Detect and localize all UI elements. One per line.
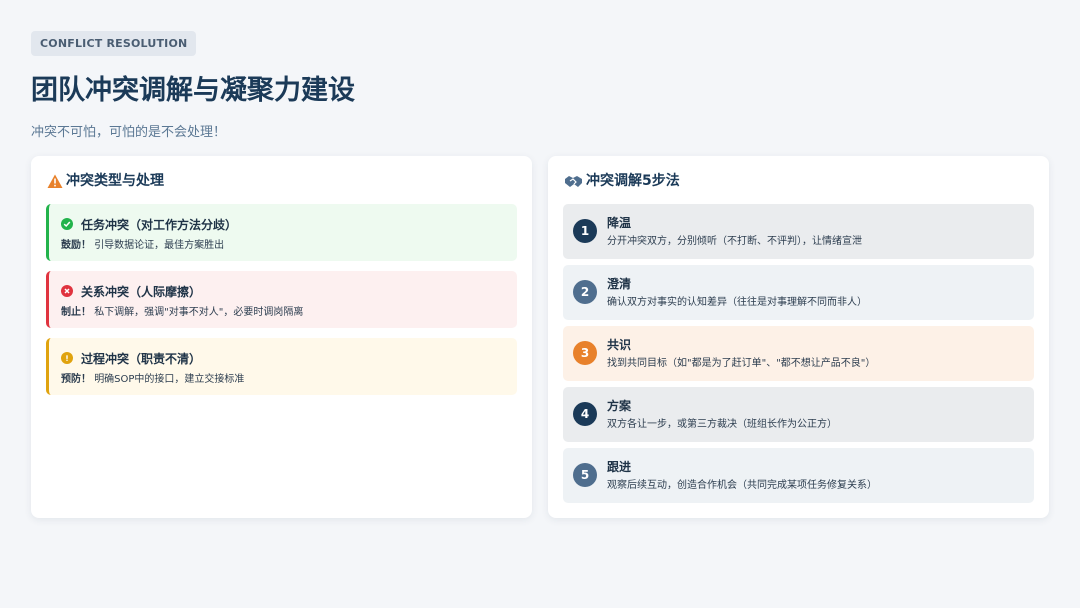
handshake-icon	[564, 174, 583, 189]
check-circle-icon	[61, 218, 73, 230]
action-label: 制止！	[61, 307, 91, 318]
card-title-text: 冲突类型与处理	[66, 173, 164, 189]
action-text: 明确SOP中的接口，建立交接标准	[94, 374, 245, 385]
step-item: 5 跟进 观察后续互动，创造合作机会（共同完成某项任务修复关系）	[563, 448, 1034, 503]
step-desc: 找到共同目标（如"都是为了赶订单"、"都不想让产品不良"）	[607, 358, 876, 369]
conflict-types-card: 冲突类型与处理 任务冲突（对工作方法分歧） 鼓励！ 引导数据论证，最佳方案胜出 …	[31, 156, 532, 518]
conflict-types-title: 冲突类型与处理	[47, 171, 164, 191]
step-number: 1	[573, 219, 597, 243]
alert-circle-icon	[61, 352, 73, 364]
mediation-steps-title: 冲突调解5步法	[564, 171, 680, 191]
step-name: 跟进	[607, 460, 632, 474]
page-title: 团队冲突调解与凝聚力建设	[31, 75, 355, 106]
step-number: 2	[573, 280, 597, 304]
warning-icon	[47, 174, 63, 189]
conflict-type-task: 任务冲突（对工作方法分歧） 鼓励！ 引导数据论证，最佳方案胜出	[46, 204, 517, 261]
step-item: 2 澄清 确认双方对事实的认知差异（往往是对事理解不同而非人）	[563, 265, 1034, 320]
action-text: 私下调解，强调"对事不对人"，必要时调岗隔离	[94, 307, 304, 318]
card-title-text: 冲突调解5步法	[586, 173, 680, 189]
step-number: 4	[573, 402, 597, 426]
conflict-type-name: 关系冲突（人际摩擦）	[81, 284, 202, 299]
step-number: 5	[573, 463, 597, 487]
step-name: 方案	[607, 399, 632, 413]
conflict-type-relationship: 关系冲突（人际摩擦） 制止！ 私下调解，强调"对事不对人"，必要时调岗隔离	[46, 271, 517, 328]
page-subtitle: 冲突不可怕，可怕的是不会处理！	[31, 125, 227, 140]
mediation-steps-card: 冲突调解5步法 1 降温 分开冲突双方，分别倾听（不打断、不评判），让情绪宣泄 …	[548, 156, 1049, 518]
step-desc: 分开冲突双方，分别倾听（不打断、不评判），让情绪宣泄	[607, 236, 862, 247]
step-desc: 确认双方对事实的认知差异（往往是对事理解不同而非人）	[607, 297, 867, 308]
step-desc: 双方各让一步，或第三方裁决（班组长作为公正方）	[607, 419, 837, 430]
step-name: 澄清	[607, 277, 632, 291]
step-number: 3	[573, 341, 597, 365]
action-label: 鼓励！	[61, 240, 91, 251]
conflict-type-name: 任务冲突（对工作方法分歧）	[81, 217, 238, 232]
step-item: 4 方案 双方各让一步，或第三方裁决（班组长作为公正方）	[563, 387, 1034, 442]
conflict-type-name: 过程冲突（职责不清）	[81, 351, 202, 366]
step-item: 3 共识 找到共同目标（如"都是为了赶订单"、"都不想让产品不良"）	[563, 326, 1034, 381]
section-tag: CONFLICT RESOLUTION	[31, 31, 197, 56]
action-label: 预防！	[61, 374, 91, 385]
x-circle-icon	[61, 285, 73, 297]
step-desc: 观察后续互动，创造合作机会（共同完成某项任务修复关系）	[607, 480, 877, 491]
step-item: 1 降温 分开冲突双方，分别倾听（不打断、不评判），让情绪宣泄	[563, 204, 1034, 259]
conflict-type-process: 过程冲突（职责不清） 预防！ 明确SOP中的接口，建立交接标准	[46, 338, 517, 395]
action-text: 引导数据论证，最佳方案胜出	[94, 240, 225, 251]
step-name: 降温	[607, 216, 632, 230]
step-name: 共识	[607, 338, 632, 352]
